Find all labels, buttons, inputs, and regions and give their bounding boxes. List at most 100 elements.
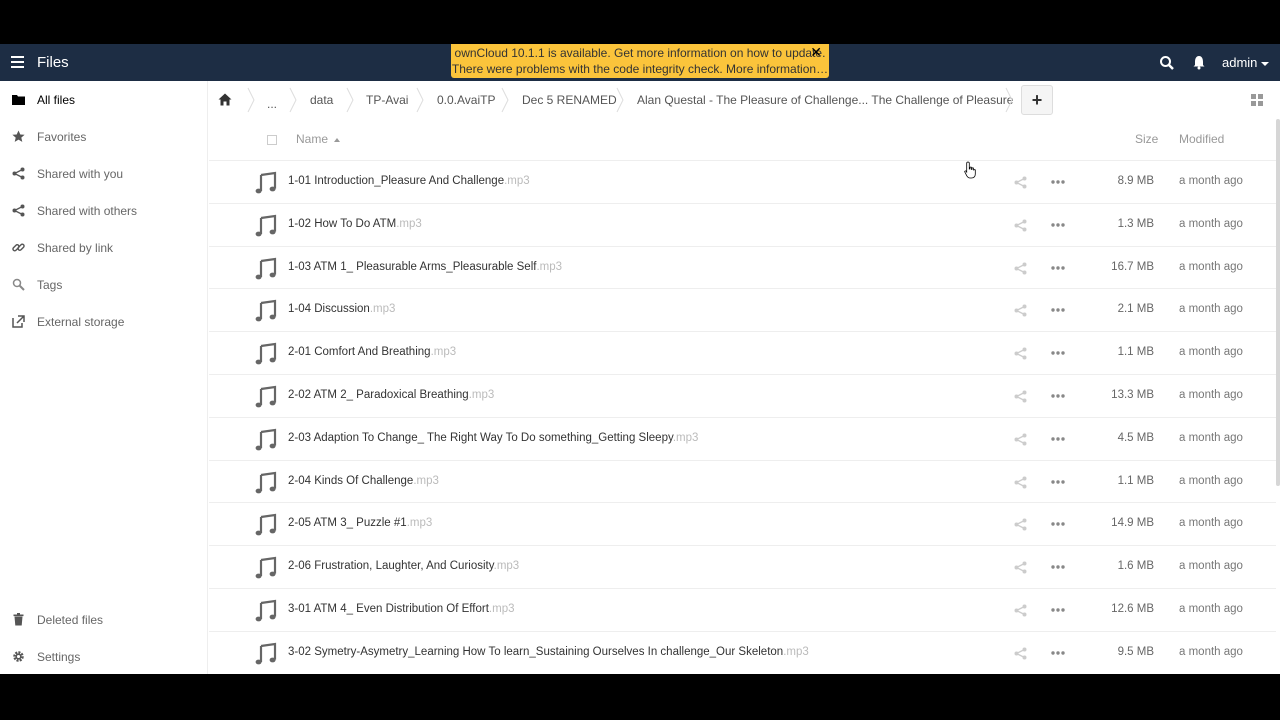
grid-view-icon[interactable] bbox=[1251, 94, 1263, 106]
more-actions-icon[interactable] bbox=[1051, 265, 1065, 270]
sidebar-item-all-files[interactable]: All files bbox=[0, 81, 207, 118]
more-actions-icon[interactable] bbox=[1051, 351, 1065, 355]
share-icon[interactable] bbox=[1014, 476, 1027, 489]
file-name[interactable]: 1-01 Introduction_Pleasure And Challenge… bbox=[288, 175, 530, 187]
table-row[interactable]: 2-04 Kinds Of Challenge.mp3 1.1 MB a mon… bbox=[209, 461, 1276, 504]
file-name[interactable]: 2-04 Kinds Of Challenge.mp3 bbox=[288, 475, 439, 487]
share-icon[interactable] bbox=[1014, 390, 1027, 403]
share-icon[interactable] bbox=[1014, 561, 1027, 574]
table-row[interactable]: 3-01 ATM 4_ Even Distribution Of Effort.… bbox=[209, 589, 1276, 632]
file-name[interactable]: 3-02 Symetry-Asymetry_Learning How To le… bbox=[288, 646, 809, 658]
share-icon[interactable] bbox=[1014, 433, 1027, 446]
table-row[interactable]: 2-06 Frustration, Laughter, And Curiosit… bbox=[209, 546, 1276, 589]
breadcrumb-item-tp-avai[interactable]: TP-Avai bbox=[366, 81, 408, 119]
file-name[interactable]: 2-05 ATM 3_ Puzzle #1.mp3 bbox=[288, 517, 432, 529]
scrollbar[interactable] bbox=[1276, 119, 1280, 486]
file-modified: a month ago bbox=[1179, 346, 1243, 359]
notification-line-2[interactable]: There were problems with the code integr… bbox=[451, 61, 829, 77]
file-name[interactable]: 2-02 ATM 2_ Paradoxical Breathing.mp3 bbox=[288, 389, 494, 401]
share-icon[interactable] bbox=[1014, 304, 1027, 317]
table-row[interactable]: 2-03 Adaption To Change_ The Right Way T… bbox=[209, 418, 1276, 461]
column-modified[interactable]: Modified bbox=[1179, 132, 1224, 146]
more-actions-icon[interactable] bbox=[1051, 608, 1065, 612]
share-icon[interactable] bbox=[1014, 518, 1027, 531]
menu-icon[interactable] bbox=[11, 56, 24, 68]
sidebar-item-label: Shared with you bbox=[37, 167, 124, 181]
sidebar-item-external-storage[interactable]: External storage bbox=[0, 303, 207, 340]
link-icon bbox=[12, 243, 25, 252]
more-actions-icon[interactable] bbox=[1051, 180, 1065, 184]
column-size[interactable]: Size bbox=[1135, 132, 1158, 146]
sidebar-item-label: External storage bbox=[37, 315, 125, 329]
file-basename: 2-03 Adaption To Change_ The Right Way T… bbox=[288, 431, 673, 444]
share-icon[interactable] bbox=[1014, 604, 1027, 617]
file-modified: a month ago bbox=[1179, 645, 1243, 658]
sidebar-item-shared-with-you[interactable]: Shared with you bbox=[0, 155, 207, 192]
audio-file-icon bbox=[255, 556, 277, 579]
table-row[interactable]: 1-01 Introduction_Pleasure And Challenge… bbox=[209, 161, 1276, 204]
share-icon[interactable] bbox=[1014, 647, 1027, 660]
file-modified: a month ago bbox=[1179, 560, 1243, 573]
audio-file-icon bbox=[255, 385, 277, 408]
share-icon[interactable] bbox=[1014, 219, 1027, 232]
more-actions-icon[interactable] bbox=[1051, 437, 1065, 441]
table-row[interactable]: 1-02 How To Do ATM.mp3 1.3 MB a month ag… bbox=[209, 204, 1276, 247]
breadcrumb-item-dec5[interactable]: Dec 5 RENAMED bbox=[522, 81, 617, 119]
breadcrumb-item-avaitp[interactable]: 0.0.AvaiTP bbox=[437, 81, 495, 119]
file-name[interactable]: 1-02 How To Do ATM.mp3 bbox=[288, 218, 422, 230]
file-extension: .mp3 bbox=[488, 602, 515, 615]
table-row[interactable]: 3-02 Symetry-Asymetry_Learning How To le… bbox=[209, 632, 1276, 674]
file-name[interactable]: 1-04 Discussion.mp3 bbox=[288, 303, 395, 315]
trash-icon bbox=[13, 613, 24, 626]
table-row[interactable]: 2-02 ATM 2_ Paradoxical Breathing.mp3 13… bbox=[209, 375, 1276, 418]
file-extension: .mp3 bbox=[493, 560, 520, 573]
breadcrumb-item-data[interactable]: data bbox=[310, 81, 333, 119]
sort-arrow-icon bbox=[334, 137, 341, 142]
share-icon[interactable] bbox=[1014, 262, 1027, 275]
file-name[interactable]: 1-03 ATM 1_ Pleasurable Arms_Pleasurable… bbox=[288, 261, 562, 273]
user-menu[interactable]: admin bbox=[1222, 55, 1270, 70]
sidebar-item-tags[interactable]: Tags bbox=[0, 266, 207, 303]
file-basename: 2-04 Kinds Of Challenge bbox=[288, 474, 414, 487]
search-icon[interactable] bbox=[1159, 55, 1175, 71]
file-name[interactable]: 3-01 ATM 4_ Even Distribution Of Effort.… bbox=[288, 603, 515, 615]
breadcrumb-item-current[interactable]: Alan Questal - The Pleasure of Challenge… bbox=[637, 81, 1013, 119]
table-row[interactable]: 1-03 ATM 1_ Pleasurable Arms_Pleasurable… bbox=[209, 247, 1276, 290]
file-name[interactable]: 2-01 Comfort And Breathing.mp3 bbox=[288, 346, 456, 358]
more-actions-icon[interactable] bbox=[1051, 394, 1065, 398]
share-icon[interactable] bbox=[1014, 176, 1027, 189]
share-icon[interactable] bbox=[1014, 347, 1027, 360]
sidebar-item-settings[interactable]: Settings bbox=[0, 638, 207, 674]
sidebar-item-shared-by-link[interactable]: Shared by link bbox=[0, 229, 207, 266]
file-name[interactable]: 2-03 Adaption To Change_ The Right Way T… bbox=[288, 432, 698, 444]
home-icon[interactable] bbox=[218, 93, 232, 106]
sidebar-item-deleted-files[interactable]: Deleted files bbox=[0, 601, 207, 638]
file-name[interactable]: 2-06 Frustration, Laughter, And Curiosit… bbox=[288, 560, 519, 572]
file-size: 16.7 MB bbox=[1111, 260, 1154, 273]
table-row[interactable]: 2-01 Comfort And Breathing.mp3 1.1 MB a … bbox=[209, 332, 1276, 375]
audio-file-icon bbox=[255, 342, 277, 365]
notification-line-1[interactable]: ownCloud 10.1.1 is available. Get more i… bbox=[451, 45, 829, 61]
more-actions-icon[interactable] bbox=[1051, 651, 1065, 655]
more-actions-icon[interactable] bbox=[1051, 308, 1065, 313]
more-actions-icon[interactable] bbox=[1051, 479, 1065, 484]
breadcrumb-ellipsis[interactable]: ... bbox=[267, 85, 277, 123]
table-row[interactable]: 1-04 Discussion.mp3 2.1 MB a month ago bbox=[209, 289, 1276, 333]
column-name[interactable]: Name bbox=[296, 132, 341, 146]
breadcrumb-separator bbox=[501, 87, 509, 113]
file-extension: .mp3 bbox=[406, 517, 433, 530]
new-file-button[interactable]: + bbox=[1021, 85, 1053, 115]
file-size: 1.3 MB bbox=[1117, 217, 1154, 230]
more-actions-icon[interactable] bbox=[1051, 565, 1065, 569]
sidebar-item-shared-with-others[interactable]: Shared with others bbox=[0, 192, 207, 229]
file-modified: a month ago bbox=[1179, 517, 1243, 530]
more-actions-icon[interactable] bbox=[1051, 223, 1065, 227]
select-all-checkbox[interactable] bbox=[267, 135, 277, 145]
more-actions-icon[interactable] bbox=[1051, 522, 1065, 527]
sidebar-item-favorites[interactable]: Favorites bbox=[0, 118, 207, 155]
file-size: 8.9 MB bbox=[1117, 175, 1154, 187]
table-row[interactable]: 2-05 ATM 3_ Puzzle #1.mp3 14.9 MB a mont… bbox=[209, 503, 1276, 547]
close-icon[interactable]: ✕ bbox=[810, 44, 822, 60]
bell-icon[interactable] bbox=[1192, 55, 1206, 70]
file-modified: a month ago bbox=[1179, 217, 1243, 230]
